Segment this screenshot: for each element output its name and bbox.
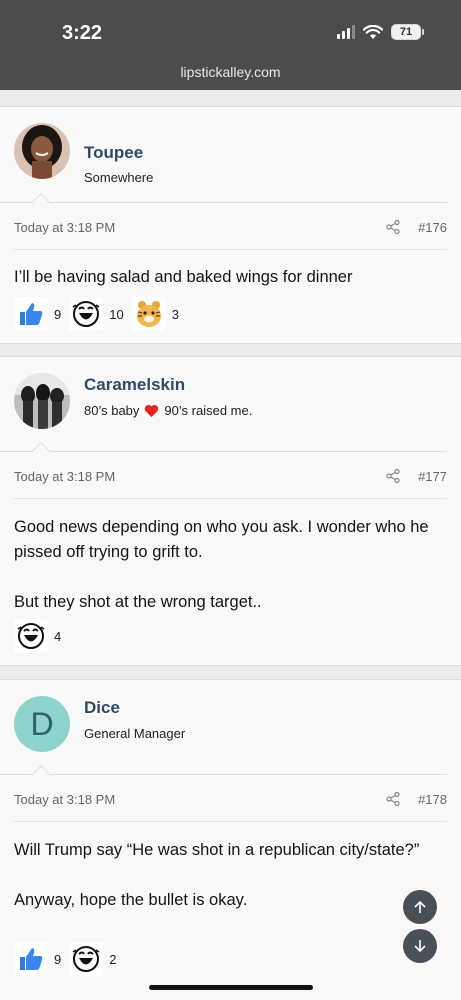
divider xyxy=(0,202,447,203)
post-date[interactable]: Today at 3:18 PM xyxy=(14,469,115,484)
reaction-laugh[interactable]: 10 xyxy=(69,297,124,331)
divider xyxy=(0,774,447,775)
post-number[interactable]: #176 xyxy=(418,220,447,235)
thumbs-up-icon xyxy=(14,942,48,976)
share-icon[interactable] xyxy=(386,792,400,806)
browser-top-bar: 3:22 71 lipstickalley.com xyxy=(0,0,461,90)
share-icon[interactable] xyxy=(386,469,400,483)
wifi-icon xyxy=(363,24,383,39)
message-paragraph: But they shot at the wrong target.. xyxy=(14,593,262,611)
username[interactable]: Toupee xyxy=(84,143,143,163)
heart-icon xyxy=(145,404,159,417)
reaction-count: 2 xyxy=(109,951,117,967)
divider xyxy=(0,451,447,452)
post-message: I’ll be having salad and baked wings for… xyxy=(14,265,446,290)
thumbs-up-icon xyxy=(14,297,48,331)
scroll-to-top-button[interactable] xyxy=(403,890,437,924)
post-date[interactable]: Today at 3:18 PM xyxy=(14,220,115,235)
laughing-face-icon xyxy=(69,942,104,976)
cellular-signal-icon xyxy=(337,25,355,39)
meta-separator xyxy=(14,498,447,499)
message-paragraph: Will Trump say “He was shot in a republi… xyxy=(14,841,420,859)
username[interactable]: Caramelskin xyxy=(84,375,185,395)
reaction-thumbs-up[interactable]: 9 xyxy=(14,297,61,331)
post-date[interactable]: Today at 3:18 PM xyxy=(14,792,115,807)
laughing-face-icon xyxy=(69,297,104,331)
meta-separator xyxy=(14,821,447,822)
post-message: Will Trump say “He was shot in a republi… xyxy=(14,838,446,913)
reaction-count: 10 xyxy=(109,306,124,322)
arrow-down-icon xyxy=(414,940,426,953)
reaction-laugh[interactable]: 4 xyxy=(14,619,61,653)
post: Caramelskin 80’s baby 90’s raised me. To… xyxy=(0,356,461,666)
meta-separator xyxy=(14,249,447,250)
tiger-icon xyxy=(131,297,166,331)
reaction-count: 9 xyxy=(54,951,62,967)
reaction-summary[interactable]: 9 2 xyxy=(14,942,116,976)
post-number[interactable]: #178 xyxy=(418,792,447,807)
laughing-face-icon xyxy=(14,619,48,653)
arrow-notch xyxy=(31,765,51,785)
message-paragraph: Anyway, hope the bullet is okay. xyxy=(14,891,248,909)
avatar[interactable] xyxy=(14,373,70,429)
user-title-part: 80’s baby xyxy=(84,403,140,418)
status-time: 3:22 xyxy=(62,22,103,44)
reaction-laugh[interactable]: 2 xyxy=(69,942,116,976)
reaction-thumbs-up[interactable]: 9 xyxy=(14,942,61,976)
reaction-count: 3 xyxy=(171,306,179,322)
message-paragraph: Good news depending on who you ask. I wo… xyxy=(14,518,429,561)
reaction-summary[interactable]: 4 xyxy=(14,619,61,653)
reaction-summary[interactable]: 9 10 3 xyxy=(14,297,179,331)
username[interactable]: Dice xyxy=(84,698,120,718)
status-icons: 71 xyxy=(337,24,424,40)
home-indicator xyxy=(149,985,313,990)
user-title: General Manager xyxy=(84,726,186,741)
post: D Dice General Manager Today at 3:18 PM … xyxy=(0,679,461,1000)
post: Toupee Somewhere Today at 3:18 PM #176 I… xyxy=(0,106,461,344)
user-title: 80’s baby 90’s raised me. xyxy=(84,403,252,418)
arrow-up-icon xyxy=(414,900,426,913)
reaction-count: 9 xyxy=(54,306,62,322)
post-number[interactable]: #177 xyxy=(418,469,447,484)
user-title-part: 90’s raised me. xyxy=(164,403,253,418)
avatar[interactable] xyxy=(14,123,70,179)
battery-indicator: 71 xyxy=(391,24,424,40)
user-title: Somewhere xyxy=(84,170,154,185)
url-bar[interactable]: lipstickalley.com xyxy=(0,64,461,80)
reaction-tiger[interactable]: 3 xyxy=(131,297,179,331)
arrow-notch xyxy=(31,193,51,213)
post-message: Good news depending on who you ask. I wo… xyxy=(14,515,446,615)
scroll-to-bottom-button[interactable] xyxy=(403,929,437,963)
share-icon[interactable] xyxy=(386,220,400,234)
arrow-notch xyxy=(31,442,51,462)
avatar-letter: D xyxy=(30,705,54,742)
avatar[interactable]: D xyxy=(14,696,70,752)
message-paragraph: I’ll be having salad and baked wings for… xyxy=(14,268,353,286)
reaction-count: 4 xyxy=(54,628,62,644)
